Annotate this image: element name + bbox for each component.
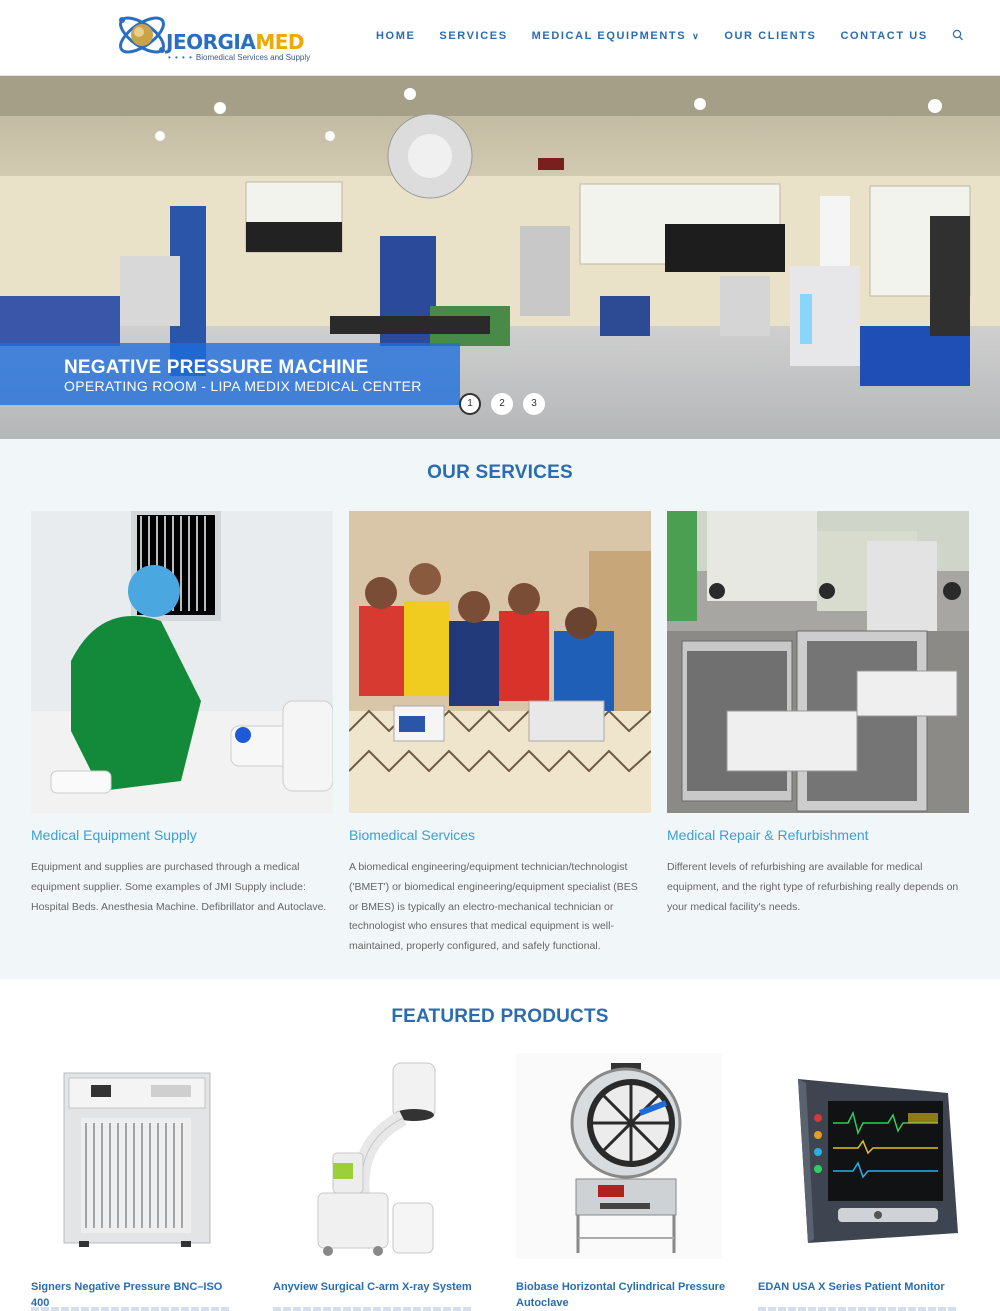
product-subtitle-fade xyxy=(758,1307,958,1311)
service-title-biomedical[interactable]: Biomedical Services xyxy=(349,827,475,843)
products-heading: FEATURED PRODUCTS xyxy=(391,1006,609,1027)
hero-slider: NEGATIVE PRESSURE MACHINE OPERATING ROOM… xyxy=(0,76,1000,439)
slider-dot-3[interactable]: 3 xyxy=(523,393,545,415)
main-nav: HOME SERVICES MEDICAL EQUIPMENTS ∨ OUR CL… xyxy=(376,29,964,43)
logo-wordmark: JEORGIAMED xyxy=(166,30,305,54)
nav-services[interactable]: SERVICES xyxy=(439,30,507,42)
logo-tagline: • • • • Biomedical Services and Supply xyxy=(168,53,311,62)
product-image-negative-pressure[interactable] xyxy=(31,1053,237,1259)
product-image-autoclave[interactable] xyxy=(516,1053,722,1259)
service-title-supply[interactable]: Medical Equipment Supply xyxy=(31,827,197,843)
product-image-c-arm[interactable] xyxy=(273,1053,479,1259)
nav-contact-us[interactable]: CONTACT US xyxy=(840,30,927,42)
product-title-patient-monitor[interactable]: EDAN USA X Series Patient Monitor xyxy=(758,1279,968,1295)
service-image-repair xyxy=(667,511,969,813)
service-title-repair[interactable]: Medical Repair & Refurbishment xyxy=(667,827,869,843)
service-text-supply: Equipment and supplies are purchased thr… xyxy=(31,861,327,913)
slider-dot-1[interactable]: 1 xyxy=(459,393,481,415)
product-subtitle-fade xyxy=(31,1307,231,1311)
nav-medical-equipments[interactable]: MEDICAL EQUIPMENTS ∨ xyxy=(532,30,701,42)
product-title-c-arm[interactable]: Anyview Surgical C-arm X-ray System xyxy=(273,1279,483,1295)
search-icon[interactable] xyxy=(952,29,964,43)
product-title-autoclave[interactable]: Biobase Horizontal Cylindrical Pressure … xyxy=(516,1279,726,1311)
product-subtitle-fade xyxy=(273,1307,473,1311)
service-text-biomedical: A biomedical engineering/equipment techn… xyxy=(349,861,638,953)
featured-products-section: FEATURED PRODUCTS Signers Negative Press… xyxy=(0,979,1000,1311)
globe-logo-icon xyxy=(119,16,165,54)
service-image-biomedical xyxy=(349,511,651,813)
site-logo[interactable]: JEORGIAMED • • • • Biomedical Services an… xyxy=(114,8,314,66)
slide-subtitle: OPERATING ROOM - LIPA MEDIX MEDICAL CENT… xyxy=(64,378,422,394)
service-text-repair: Different levels of refurbishing are ava… xyxy=(667,861,959,913)
chevron-down-icon: ∨ xyxy=(692,31,701,41)
site-header: JEORGIAMED • • • • Biomedical Services an… xyxy=(0,0,1000,76)
service-image-supply xyxy=(31,511,333,813)
nav-our-clients[interactable]: OUR CLIENTS xyxy=(724,30,816,42)
services-section: OUR SERVICES Medical Equipment Supply Eq… xyxy=(0,439,1000,979)
nav-home[interactable]: HOME xyxy=(376,30,415,42)
slide-title: NEGATIVE PRESSURE MACHINE xyxy=(64,357,369,378)
product-image-patient-monitor[interactable] xyxy=(758,1053,964,1259)
slider-dot-2[interactable]: 2 xyxy=(491,393,513,415)
services-heading: OUR SERVICES xyxy=(427,462,573,483)
